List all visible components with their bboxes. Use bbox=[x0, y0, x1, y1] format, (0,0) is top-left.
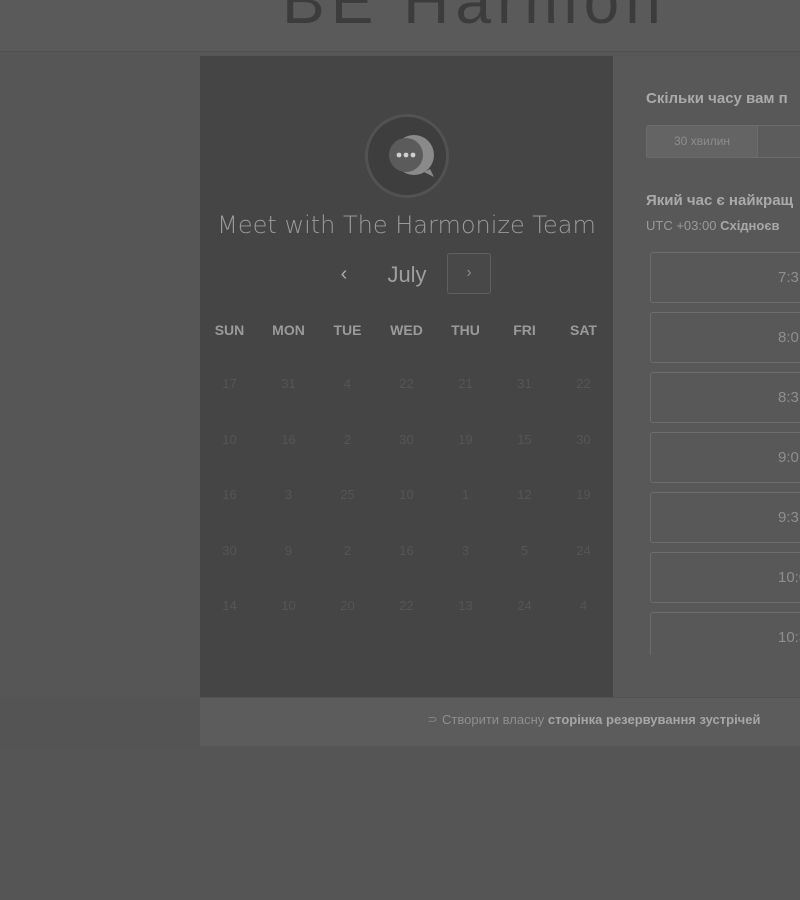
timezone-offset: UTC +03:00 bbox=[646, 218, 717, 233]
timezone-label[interactable]: UTC +03:00 Східноєв bbox=[646, 218, 800, 233]
calendar-panel: Meet with The Harmonize Team ‹ July › SU… bbox=[200, 56, 613, 697]
weekday-label: TUE bbox=[333, 322, 362, 338]
weekday-label: MON bbox=[272, 322, 305, 338]
calendar-day: 10 bbox=[399, 487, 414, 502]
calendar-day: 3 bbox=[461, 542, 470, 558]
duration-question: Скільки часу вам п bbox=[646, 90, 788, 107]
time-slot-button[interactable]: 7:3 bbox=[650, 252, 800, 303]
time-slot-button[interactable]: 8:3 bbox=[650, 372, 800, 423]
time-slot-list: 7:3 8:0 8:3 9:0 9:3 10:0 10:3 bbox=[650, 252, 800, 655]
calendar-day: 13 bbox=[458, 598, 473, 613]
duration-option-30[interactable]: 30 хвилин bbox=[646, 125, 758, 158]
calendar-day: 19 bbox=[458, 431, 473, 447]
time-slot-label: 8:0 bbox=[778, 329, 799, 346]
hubspot-sprocket-icon: ⸧ bbox=[426, 712, 440, 727]
create-booking-page-link[interactable]: ⸧ Створити власну сторінка резервування з… bbox=[426, 698, 760, 742]
calendar-day: 22 bbox=[399, 376, 414, 391]
calendar-day: 17 bbox=[222, 376, 237, 391]
calendar-week: 17 31 4 22 21 31 22 bbox=[200, 356, 613, 412]
calendar-day: 10 bbox=[281, 598, 296, 613]
left-margin bbox=[0, 52, 200, 697]
calendar-day: 3 bbox=[284, 487, 293, 502]
time-slot-label: 8:3 bbox=[778, 389, 799, 406]
calendar-grid: SUN MON TUE WED THU FRI SAT 17 31 4 22 2… bbox=[200, 318, 613, 634]
calendar-day: 2 bbox=[343, 542, 352, 558]
calendar-day: 22 bbox=[576, 376, 591, 391]
top-header: BE Harmon bbox=[0, 0, 800, 52]
duration-option-60[interactable]: 1 bbox=[758, 125, 800, 158]
time-slot-button[interactable]: 9:3 bbox=[650, 492, 800, 543]
calendar-week: 10 16 2 30 19 15 30 bbox=[200, 412, 613, 468]
footer-text-bold: сторінка резервування зустрічей bbox=[547, 712, 761, 727]
page-bottom bbox=[0, 746, 800, 900]
weekday-label: SAT bbox=[570, 322, 597, 338]
calendar-day: 24 bbox=[517, 598, 532, 613]
calendar-day: 12 bbox=[517, 487, 532, 502]
calendar-day: 31 bbox=[517, 376, 532, 391]
meeting-title: Meet with The Harmonize Team bbox=[217, 211, 596, 239]
month-label: July bbox=[387, 262, 427, 287]
calendar-day: 2 bbox=[343, 431, 352, 447]
calendar-day: 15 bbox=[517, 431, 532, 447]
time-slot-label: 7:3 bbox=[778, 269, 799, 286]
calendar-day: 9 bbox=[284, 542, 293, 558]
calendar-week: 16 3 25 10 1 12 19 bbox=[200, 467, 613, 523]
prev-month-button[interactable]: ‹ bbox=[328, 259, 360, 291]
weekday-header: SUN MON TUE WED THU FRI SAT bbox=[200, 318, 613, 342]
calendar-week: 14 10 20 22 13 24 4 bbox=[200, 578, 613, 634]
calendar-day: 16 bbox=[222, 487, 237, 502]
weekday-label: FRI bbox=[513, 322, 536, 338]
brand-logo: BE Harmon bbox=[282, 0, 667, 37]
calendar-day: 14 bbox=[222, 598, 237, 613]
calendar-day: 20 bbox=[340, 598, 355, 613]
weekday-label: WED bbox=[390, 322, 423, 338]
calendar-day: 22 bbox=[399, 598, 414, 613]
calendar-day: 19 bbox=[576, 487, 591, 502]
duration-selector: 30 хвилин 1 bbox=[646, 125, 800, 158]
calendar-day: 24 bbox=[576, 542, 591, 558]
scheduler-panel: Скільки часу вам п 30 хвилин 1 Який час … bbox=[613, 56, 800, 697]
weekday-label: SUN bbox=[214, 322, 245, 338]
time-slot-button[interactable]: 10:3 bbox=[650, 612, 800, 655]
calendar-day: 1 bbox=[461, 487, 470, 502]
time-slot-button[interactable]: 10:0 bbox=[650, 552, 800, 603]
time-slot-button[interactable]: 8:0 bbox=[650, 312, 800, 363]
calendar-day: 21 bbox=[458, 376, 473, 391]
time-slot-button[interactable]: 9:0 bbox=[650, 432, 800, 483]
calendar-day: 30 bbox=[576, 431, 591, 447]
calendar-day: 30 bbox=[222, 542, 237, 558]
time-slot-label: 10:3 bbox=[778, 629, 800, 646]
time-slot-label: 9:0 bbox=[778, 449, 799, 466]
calendar-week: 30 9 2 16 3 5 24 bbox=[200, 523, 613, 579]
time-slot-label: 10:0 bbox=[778, 569, 800, 586]
calendar-day: 30 bbox=[399, 431, 414, 447]
time-slot-label: 9:3 bbox=[778, 509, 799, 526]
timezone-name: Східноєв bbox=[720, 218, 780, 233]
time-question: Який час є найкращ bbox=[646, 192, 794, 209]
calendar-day: 31 bbox=[281, 376, 296, 391]
calendar-day: 4 bbox=[343, 376, 352, 391]
calendar-day: 16 bbox=[399, 542, 414, 558]
calendar-day: 16 bbox=[281, 431, 296, 447]
chat-bubble-icon bbox=[365, 114, 449, 198]
next-month-button[interactable]: › bbox=[447, 253, 491, 294]
footer-text-prefix: Створити власну bbox=[442, 712, 545, 727]
calendar-day: 25 bbox=[340, 487, 355, 502]
calendar-day: 10 bbox=[222, 431, 237, 447]
calendar-day: 4 bbox=[579, 598, 588, 613]
calendar-day: 5 bbox=[520, 542, 529, 558]
footer-bar: ⸧ Створити власну сторінка резервування з… bbox=[200, 697, 800, 746]
weekday-label: THU bbox=[451, 322, 480, 338]
